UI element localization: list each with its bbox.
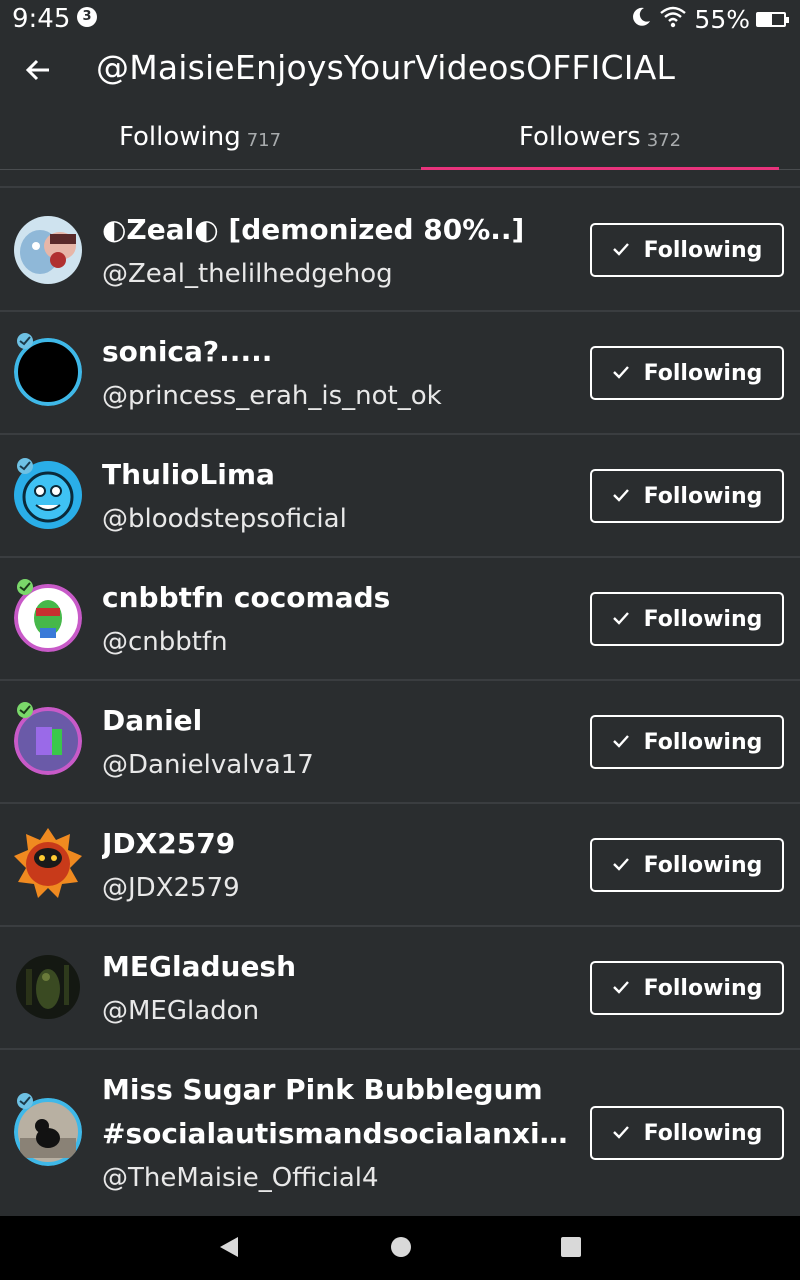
wifi-icon	[660, 6, 687, 32]
following-button[interactable]: Following	[590, 838, 784, 892]
following-button[interactable]: Following	[590, 1106, 784, 1160]
arrow-left-icon	[24, 56, 52, 88]
following-button-label: Following	[643, 606, 763, 632]
avatar[interactable]	[16, 955, 80, 1019]
display-name-line-1: Miss Sugar Pink Bubblegum	[102, 1073, 543, 1106]
battery-icon	[756, 11, 789, 27]
following-button[interactable]: Following	[590, 469, 784, 523]
avatar[interactable]	[12, 826, 84, 902]
moon-icon	[630, 6, 652, 32]
followers-list[interactable]: ◐Zeal◐ [demonized 80%..] @Zeal_thelilhed…	[0, 186, 800, 1216]
list-item[interactable]: Daniel @Danielvalva17 Following	[0, 681, 800, 804]
username: @TheMaisie_Official4	[102, 1163, 379, 1193]
verified-badge-icon	[16, 1092, 34, 1110]
user-names: JDX2579 @JDX2579	[102, 822, 576, 910]
tab-followers[interactable]: Followers 372	[400, 104, 800, 170]
top-app-bar: @MaisieEnjoysYourVideosOFFICIAL	[0, 40, 800, 104]
following-button-label: Following	[643, 975, 763, 1001]
user-names: ◐Zeal◐ [demonized 80%..] @Zeal_thelilhed…	[102, 208, 576, 296]
user-names: Daniel @Danielvalva17	[102, 699, 576, 787]
display-name: sonica?.....	[102, 335, 273, 368]
username: @bloodstepsoficial	[102, 504, 347, 534]
check-icon	[612, 610, 630, 629]
display-name: cnbbtfn cocomads	[102, 581, 391, 614]
following-button[interactable]: Following	[590, 223, 784, 277]
tab-following-label: Following	[118, 122, 241, 152]
battery-percent: 55%	[694, 4, 750, 34]
following-button-label: Following	[643, 1120, 763, 1146]
check-icon	[612, 1124, 630, 1143]
verified-badge-icon	[16, 457, 34, 475]
display-name: MEGladuesh	[102, 950, 297, 983]
nav-back-icon	[218, 1235, 240, 1263]
following-button-label: Following	[643, 852, 763, 878]
back-button[interactable]	[14, 48, 62, 96]
user-names: ThulioLima @bloodstepsoficial	[102, 453, 576, 541]
list-item[interactable]: Miss Sugar Pink Bubblegum #socialautisma…	[0, 1050, 800, 1216]
check-icon	[612, 979, 630, 998]
list-item[interactable]: JDX2579 @JDX2579 Following	[0, 804, 800, 927]
nav-recents-icon	[560, 1236, 582, 1262]
following-button[interactable]: Following	[590, 961, 784, 1015]
nav-home-icon	[390, 1236, 412, 1262]
tab-following-count: 717	[246, 129, 282, 151]
username: @JDX2579	[102, 873, 240, 903]
display-name: ThulioLima	[102, 458, 275, 491]
user-names: cnbbtfn cocomads @cnbbtfn	[102, 576, 576, 664]
nav-back-button[interactable]	[216, 1236, 242, 1262]
verified-badge-icon	[16, 701, 34, 719]
username: @Zeal_thelilhedgehog	[102, 259, 393, 289]
following-button-label: Following	[643, 729, 763, 755]
username: @MEGladon	[102, 996, 260, 1026]
following-button[interactable]: Following	[590, 346, 784, 400]
check-icon	[612, 241, 630, 260]
check-icon	[612, 733, 630, 752]
verified-badge-icon	[16, 332, 34, 350]
system-nav-bar	[0, 1216, 800, 1280]
list-item[interactable]: MEGladuesh @MEGladon Following	[0, 927, 800, 1050]
verified-badge-icon	[16, 578, 34, 596]
list-item[interactable]: sonica?..... @princess_erah_is_not_ok Fo…	[0, 312, 800, 435]
user-names: Miss Sugar Pink Bubblegum #socialautisma…	[102, 1068, 576, 1200]
list-item[interactable]: cnbbtfn cocomads @cnbbtfn Following	[0, 558, 800, 681]
notification-count-badge: 3	[77, 7, 97, 27]
username: @Danielvalva17	[102, 750, 314, 780]
list-item[interactable]: ThulioLima @bloodstepsoficial Following	[0, 435, 800, 558]
following-button-label: Following	[643, 360, 763, 386]
status-indicators: 55%	[630, 4, 789, 34]
following-button[interactable]: Following	[590, 715, 784, 769]
following-button[interactable]: Following	[590, 592, 784, 646]
tab-selected-indicator	[421, 167, 779, 170]
user-names: MEGladuesh @MEGladon	[102, 945, 576, 1033]
tab-following[interactable]: Following 717	[0, 104, 400, 170]
following-button-label: Following	[643, 237, 763, 263]
page-title: @MaisieEnjoysYourVideosOFFICIAL	[96, 48, 676, 87]
status-bar: 9:45 3 55%	[0, 0, 800, 40]
display-name: ◐Zeal◐ [demonized 80%..]	[102, 213, 525, 246]
display-name-line-2: #socialautismandsocialanxie...	[102, 1117, 576, 1150]
display-name: Daniel	[102, 704, 203, 737]
check-icon	[612, 856, 630, 875]
tab-followers-count: 372	[646, 129, 682, 151]
check-icon	[612, 364, 630, 383]
username: @princess_erah_is_not_ok	[102, 381, 442, 411]
username: @cnbbtfn	[102, 627, 228, 657]
nav-home-button[interactable]	[388, 1236, 414, 1262]
following-button-label: Following	[643, 483, 763, 509]
display-name: JDX2579	[102, 827, 236, 860]
check-icon	[612, 487, 630, 506]
nav-recents-button[interactable]	[558, 1236, 584, 1262]
list-item[interactable]: ◐Zeal◐ [demonized 80%..] @Zeal_thelilhed…	[0, 188, 800, 312]
avatar[interactable]	[14, 216, 82, 284]
tab-bar: Following 717 Followers 372	[0, 104, 800, 170]
user-names: sonica?..... @princess_erah_is_not_ok	[102, 330, 576, 418]
tab-followers-label: Followers	[518, 122, 641, 152]
status-time: 9:45	[12, 4, 71, 34]
